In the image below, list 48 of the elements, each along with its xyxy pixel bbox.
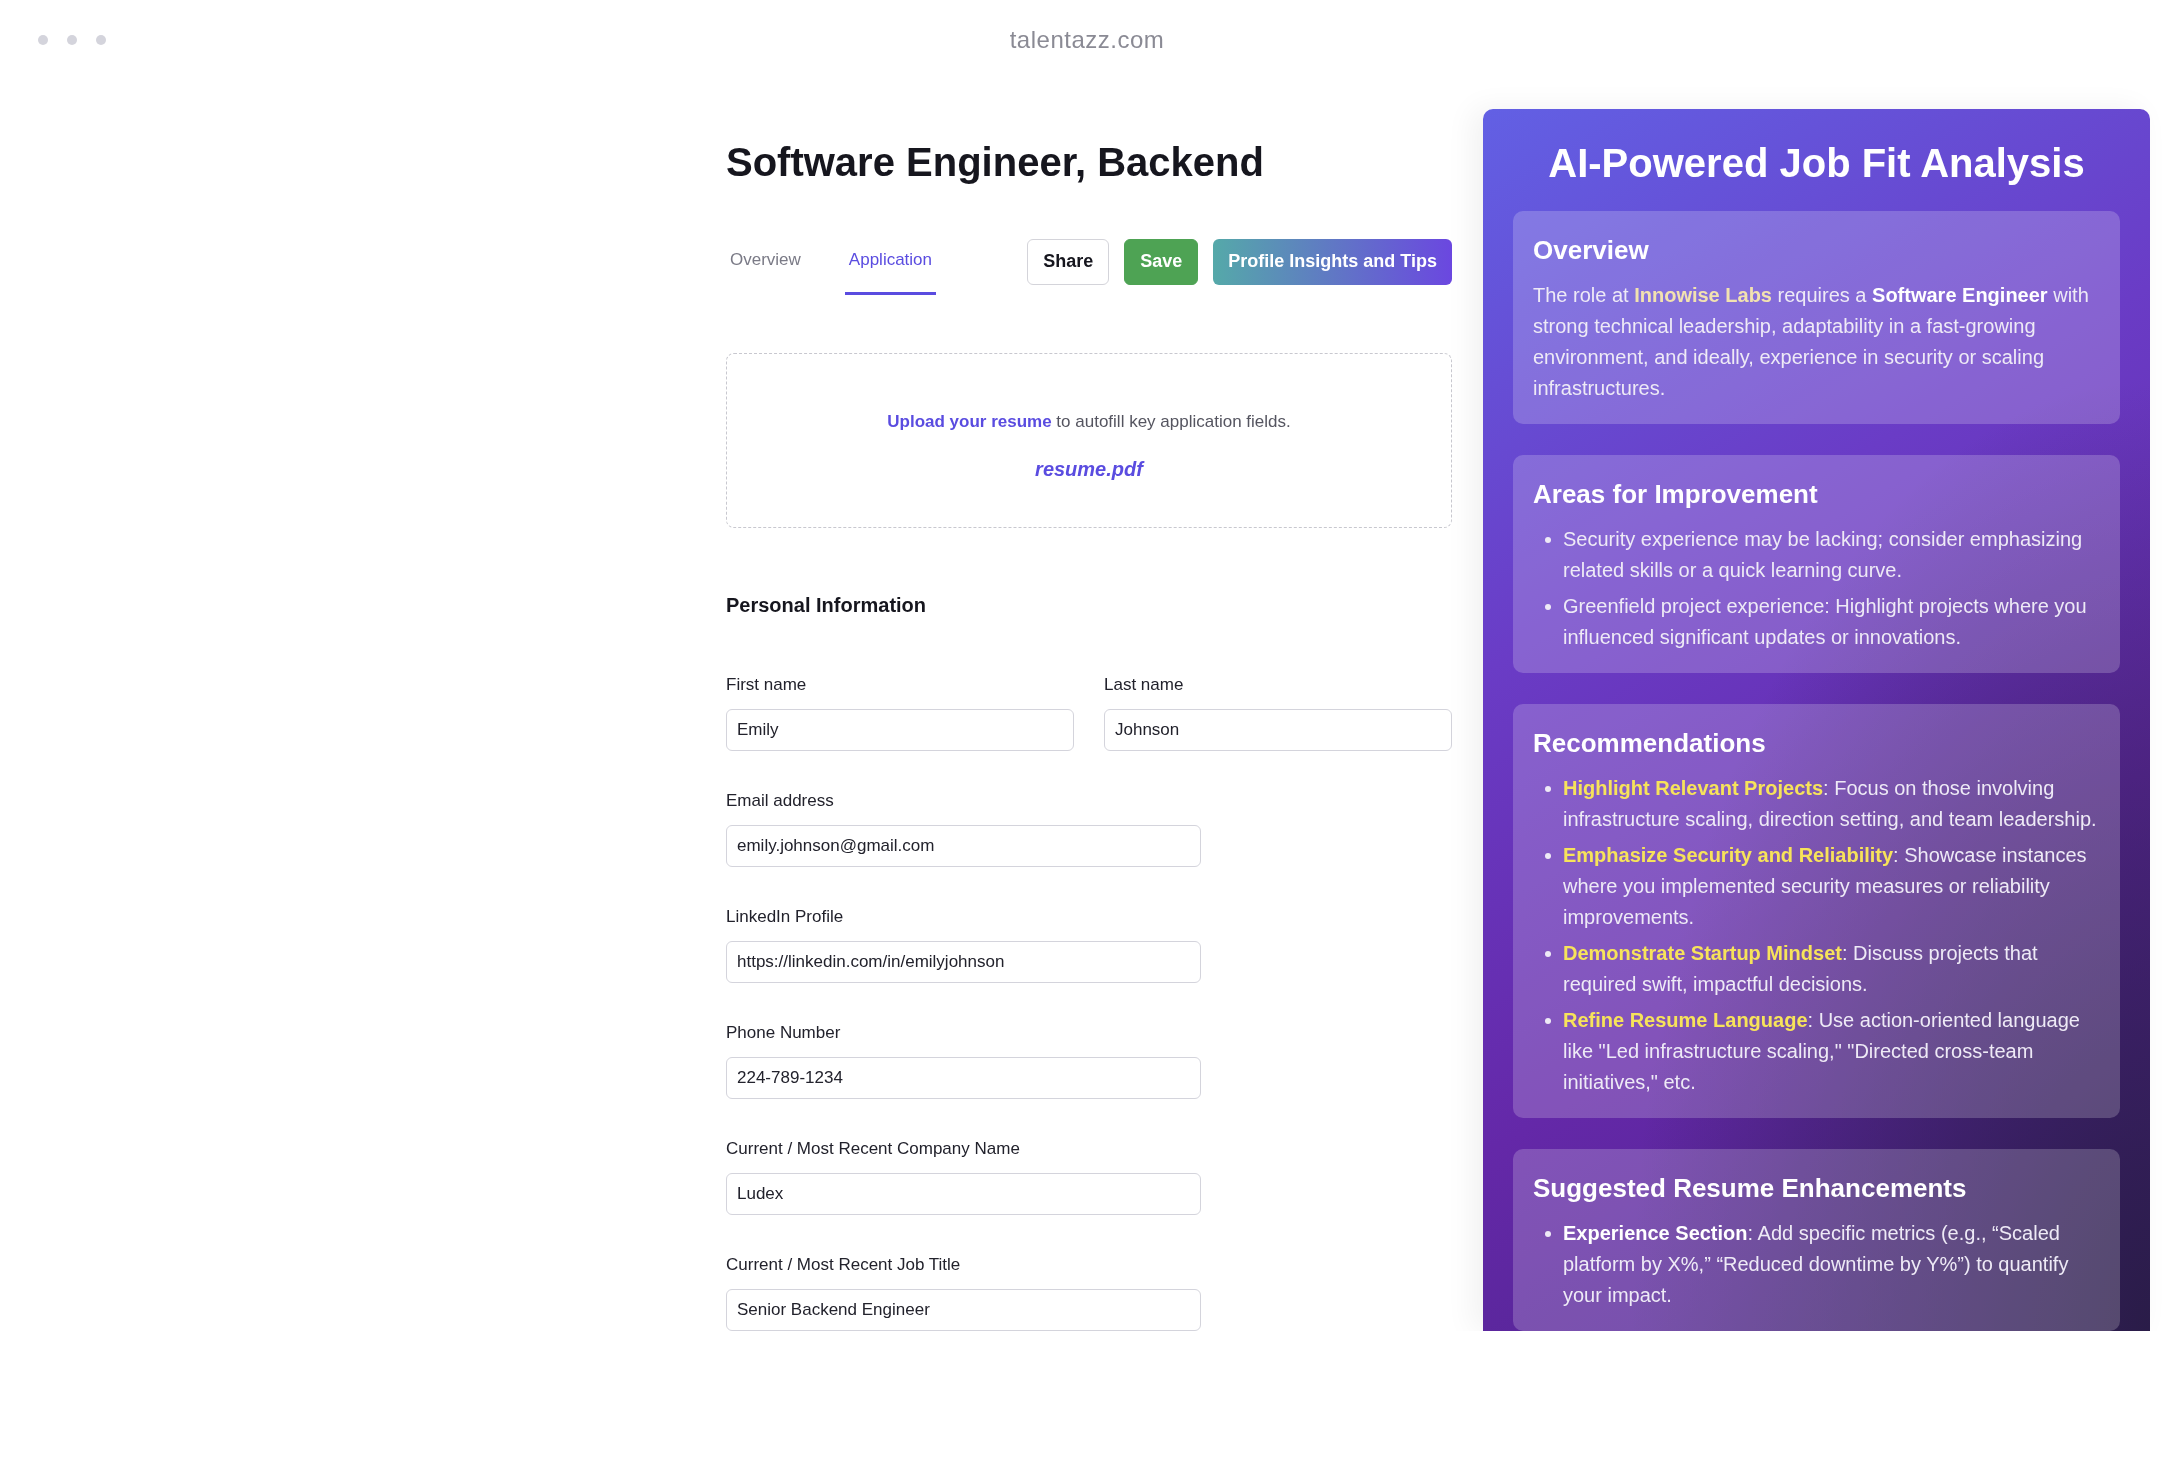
upload-area[interactable]: Upload your resume to autofill key application fields. resume.pdf (726, 353, 1452, 528)
bullet-icon (1545, 537, 1551, 543)
insights-button[interactable]: Profile Insights and Tips (1213, 238, 1452, 285)
field-label: Current / Most Recent Job Title (726, 1255, 962, 1275)
input-field[interactable]: emily.johnson@gmail.com (726, 825, 1201, 867)
list-item-text: Greenfield project experience: Highlight projects where you influenced significant updates or innovations. (1563, 594, 2088, 650)
field-label: Last name (1104, 675, 1185, 695)
field-label: Email address (726, 791, 835, 811)
list-item-text: Emphasize Security and Reliability: Showcase instances where you implemented security measures or reliability improvements. (1563, 843, 2088, 930)
share-button[interactable]: Share (1027, 238, 1110, 285)
field-label: First name (726, 675, 808, 695)
bullet-icon (1545, 951, 1551, 957)
bullet-icon (1545, 853, 1551, 859)
list-item-text: Refine Resume Language: Use action-oriented language like "Led infrastructure scaling," "Directed cross-team initiatives," etc. (1563, 1008, 2081, 1095)
panel-title: AI-Powered Job Fit Analysis (1547, 141, 2086, 186)
field-label: Current / Most Recent Company Name (726, 1139, 1021, 1159)
card-heading: Overview (1533, 235, 1650, 266)
job-title: Software Engineer, Backend (726, 140, 1265, 184)
upload-link[interactable]: Upload your resume (887, 412, 1052, 431)
window-dot-icon (38, 35, 48, 45)
address-text: talentazz.com (1009, 26, 1165, 54)
input-field[interactable]: Johnson (1104, 709, 1452, 751)
bullet-icon (1545, 1231, 1551, 1237)
list-item-text: Experience Section: Add specific metrics (e.g., “Scaled platform by X%,” “Reduced downtime by Y%”) to quantify your impact. (1563, 1221, 2070, 1308)
overview-text: The role at Innowise Labs requires a Software Engineer with strong technical leadership, adaptability in a fast-growing environment, and ideally, experience in security or scaling infrastructures. (1533, 283, 2090, 401)
tab[interactable]: Overview (726, 236, 805, 295)
list-item-text: Security experience may be lacking; consider emphasizing related skills or a quick learning curve. (1563, 527, 2084, 583)
section-heading: Personal Information (726, 594, 928, 617)
tab[interactable]: Application (844, 236, 937, 295)
card-heading: Suggested Resume Enhancements (1533, 1173, 1968, 1204)
card-heading: Recommendations (1533, 728, 1767, 759)
input-field[interactable]: Senior Backend Engineer (726, 1289, 1201, 1331)
upload-text: Upload your resume to autofill key application fields. (887, 412, 1291, 432)
field-label: Phone Number (726, 1023, 842, 1043)
bullet-icon (1545, 1018, 1551, 1024)
bullet-icon (1545, 604, 1551, 610)
input-field[interactable]: Emily (726, 709, 1074, 751)
card-heading: Areas for Improvement (1533, 479, 1819, 510)
field-label: LinkedIn Profile (726, 907, 845, 927)
bullet-icon (1545, 786, 1551, 792)
window-dot-icon (67, 35, 77, 45)
input-field[interactable]: Ludex (726, 1173, 1201, 1215)
window-dot-icon (96, 35, 106, 45)
file-name: resume.pdf (1035, 458, 1143, 481)
input-field[interactable]: 224-789-1234 (726, 1057, 1201, 1099)
list-item-text: Demonstrate Startup Mindset: Discuss projects that required swift, impactful decisions. (1563, 941, 2039, 997)
list-item-text: Highlight Relevant Projects: Focus on those involving infrastructure scaling, direction setting, and team leadership. (1563, 776, 2098, 832)
input-field[interactable]: https://linkedin.com/in/emilyjohnson (726, 941, 1201, 983)
